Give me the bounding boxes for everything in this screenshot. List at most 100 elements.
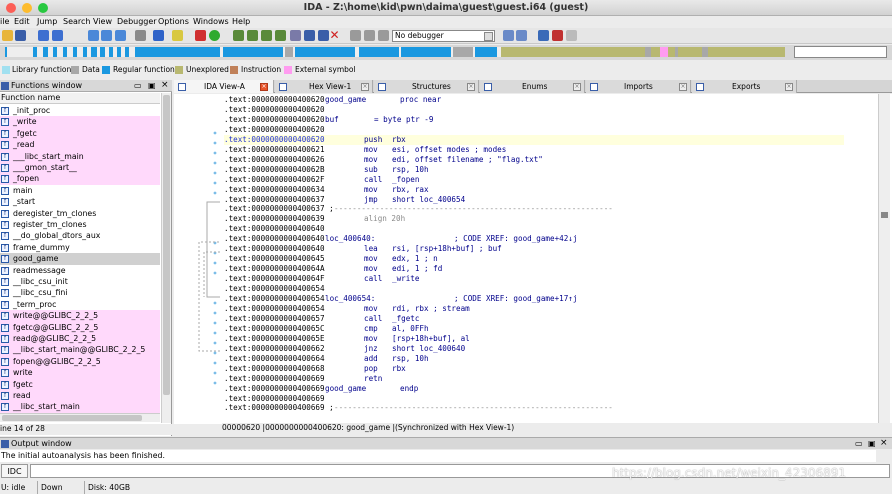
disassembly-line[interactable]: .text:0000000000400620 (224, 125, 844, 135)
functions-column-header[interactable]: Function name (0, 93, 160, 104)
disassembly-line[interactable]: .text:0000000000400640 (224, 224, 844, 234)
open-folder-icon[interactable] (2, 30, 13, 41)
disassembly-line[interactable]: .text:0000000000400669 (224, 394, 844, 404)
disassembly-line[interactable]: .text:0000000000400657 call _fgetc (224, 314, 844, 324)
disassembly-line[interactable]: .text:0000000000400669 ; ----------------… (224, 403, 844, 413)
close-tab-icon[interactable]: × (361, 83, 369, 91)
function-list-item[interactable]: f ___gmon_start__ (0, 162, 160, 174)
scrollbar-thumb[interactable] (881, 212, 888, 218)
tab-exports[interactable]: Exports × (692, 80, 797, 93)
function-list-item[interactable]: f _fopen (0, 173, 160, 185)
function-list-item[interactable]: f write (0, 367, 160, 379)
menu-windows[interactable]: Windows (193, 17, 229, 26)
function-list-item[interactable]: f register_tm_clones (0, 219, 160, 230)
disassembly-line[interactable]: .text:000000000040065C cmp al, 0FFh (224, 324, 844, 334)
disassembly-line[interactable]: .text:0000000000400637 ; ----------------… (224, 204, 844, 214)
delete-icon[interactable]: ✕ (329, 29, 340, 41)
disassembly-line[interactable]: .text:0000000000400640 lea rsi, [rsp+18h+b… (224, 244, 844, 254)
function-list-item[interactable]: f _start (0, 196, 160, 207)
disassembly-line[interactable]: .text:0000000000400645 mov edx, 1 ; n (224, 254, 844, 264)
function-list-item[interactable]: f fgetc (0, 378, 160, 390)
navigation-band[interactable] (0, 45, 892, 60)
disassembly-line[interactable]: .text:0000000000400669 retn (224, 374, 844, 384)
disassembly-line[interactable]: .text:0000000000400620 buf = byte ptr -9 (224, 115, 844, 125)
navigation-bar[interactable] (5, 47, 785, 57)
disassembly-line[interactable]: .text:0000000000400634 mov rbx, rax (224, 185, 844, 195)
function-list-item[interactable]: f fopen@@GLIBC_2_2_5 (0, 355, 160, 368)
search-binary-icon[interactable] (88, 30, 99, 41)
scrollbar-thumb[interactable] (163, 95, 170, 395)
functions-vertical-scrollbar[interactable] (161, 93, 171, 423)
debugger-select[interactable]: No debugger (392, 30, 495, 42)
disassembly-line[interactable]: .text:0000000000400664 add rsp, 10h (224, 354, 844, 364)
disassembly-line[interactable]: .text:000000000040064F call _write (224, 274, 844, 284)
tab-structures[interactable]: Structures × (374, 80, 479, 93)
float-window-icon[interactable]: ▭ (134, 81, 142, 90)
disassembly-line[interactable]: .text:0000000000400669 good_game endp (224, 384, 844, 394)
function-icon[interactable] (304, 30, 315, 41)
function-list-item[interactable]: f read@@GLIBC_2_2_5 (0, 333, 160, 345)
menu-jump[interactable]: Jump (37, 17, 57, 26)
ida-view-vertical-scrollbar[interactable] (878, 94, 890, 424)
function-list-item[interactable]: f __libc_start_main@@GLIBC_2_2_5 (0, 344, 160, 356)
menu-edit[interactable]: Edit (14, 17, 30, 26)
close-tab-icon[interactable]: × (785, 83, 793, 91)
function-list-item[interactable]: f __libc_csu_fini (0, 287, 160, 298)
detach-window-icon[interactable]: ▣ (148, 81, 156, 90)
tab-imports[interactable]: Imports × (586, 80, 691, 93)
remove-breakpoint-icon[interactable] (566, 30, 577, 41)
navigation-select[interactable] (794, 46, 887, 58)
function-list-item[interactable]: f _fgetc (0, 127, 160, 140)
float-window-icon[interactable]: ▭ (855, 439, 863, 448)
disassembly-line[interactable]: .text:0000000000400620 (224, 105, 844, 115)
disassembly-line[interactable]: .text:0000000000400620 push rbx (224, 134, 844, 145)
pause-icon[interactable] (364, 30, 375, 41)
save-icon[interactable] (15, 30, 26, 41)
add-breakpoint-icon[interactable] (552, 30, 563, 41)
tab-ida-view-a[interactable]: IDA View-A × (174, 80, 274, 93)
disassembly-line[interactable]: .text:0000000000400640 loc_400640: ; CODE … (224, 234, 844, 244)
close-icon[interactable]: × (161, 80, 169, 90)
disassembly-line[interactable]: .text:0000000000400637 jmp short loc_40065… (224, 195, 844, 205)
function-list-item[interactable]: f _init_proc (0, 105, 160, 116)
function-list-item[interactable]: f __do_global_dtors_aux (0, 230, 160, 241)
search-next-icon[interactable] (135, 30, 146, 41)
function-list-item[interactable]: f read (0, 390, 160, 402)
debug-options-icon[interactable] (503, 30, 514, 41)
play-icon[interactable] (350, 30, 361, 41)
menu-options[interactable]: Options (158, 17, 189, 26)
detach-window-icon[interactable]: ▣ (868, 439, 876, 448)
define-struct-icon[interactable] (290, 30, 301, 41)
function-list-item[interactable]: f readmessage (0, 265, 160, 276)
function-list-item[interactable]: f write@@GLIBC_2_2_5 (0, 310, 160, 322)
scrollbar-thumb[interactable] (2, 415, 142, 421)
menu-debugger[interactable]: Debugger (117, 17, 157, 26)
disassembly-line[interactable]: .text:0000000000400654 (224, 284, 844, 294)
function-list-item[interactable]: f _read (0, 139, 160, 151)
make-code-icon[interactable] (233, 30, 244, 41)
tab-enums[interactable]: Enums × (480, 80, 585, 93)
undefine-icon[interactable] (318, 30, 329, 41)
disassembly-line[interactable]: .text:0000000000400621 mov esi, offset mod… (224, 145, 844, 155)
go-icon[interactable] (209, 30, 220, 41)
close-tab-icon[interactable]: × (467, 83, 475, 91)
function-list-item[interactable]: f deregister_tm_clones (0, 208, 160, 219)
close-tab-icon[interactable]: × (260, 83, 268, 91)
function-list-item[interactable]: f frame_dummy (0, 242, 160, 253)
ida-view-disassembly[interactable]: .text:0000000000400620 good_game proc near… (174, 94, 892, 424)
function-list-item[interactable]: f ___libc_start_main (0, 150, 160, 162)
function-list-item[interactable]: f __libc_csu_init (0, 276, 160, 287)
chevron-down-icon[interactable] (484, 32, 493, 41)
mark-icon[interactable] (172, 30, 183, 41)
disassembly-line[interactable]: .text:0000000000400668 pop rbx (224, 364, 844, 374)
tab-hex-view-1[interactable]: Hex View-1 × (275, 80, 373, 93)
function-list-item[interactable]: f _write (0, 116, 160, 128)
disassembly-line[interactable]: .text:000000000040062F call _fopen (224, 175, 844, 185)
disassembly-line[interactable]: .text:000000000040062B sub rsp, 10h (224, 165, 844, 175)
graph-view-icon[interactable] (195, 30, 206, 41)
function-list-item[interactable]: f _term_proc (0, 299, 160, 310)
close-tab-icon[interactable]: × (679, 83, 687, 91)
functions-horizontal-scrollbar[interactable] (0, 413, 160, 422)
function-list-item[interactable]: f good_game (0, 253, 160, 265)
function-list-item[interactable]: f __libc_start_main (0, 401, 160, 413)
